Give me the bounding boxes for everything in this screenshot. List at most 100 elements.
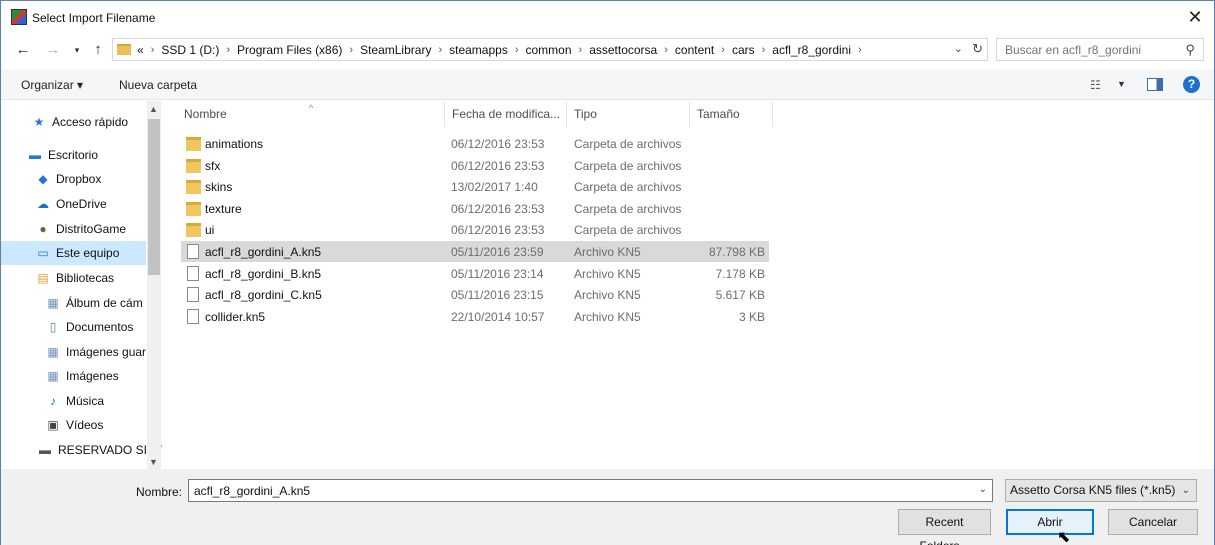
recent-folders-button[interactable]: Recent Folders... (898, 509, 991, 545)
breadcrumb-item[interactable]: Program Files (x86) (237, 43, 342, 57)
file-date: 22/10/2014 10:57 (451, 309, 545, 324)
filename-input[interactable] (189, 480, 959, 501)
nav-item[interactable]: ▭ Este equipo (1, 241, 146, 265)
window-title: Select Import Filename (32, 11, 156, 25)
breadcrumb-item[interactable]: assettocorsa (589, 43, 657, 57)
refresh-icon[interactable]: ↻ (972, 41, 983, 57)
nav-item[interactable]: ★ Acceso rápido (31, 110, 128, 134)
nav-item[interactable]: ▬ Escritorio (27, 143, 98, 167)
column-header-date-label: Fecha de modifica... (452, 107, 561, 121)
column-header-type-label: Tipo (574, 107, 597, 121)
file-type: Carpeta de archivos (574, 137, 682, 151)
file-size: 5.617 KB (715, 288, 765, 303)
breadcrumb-item[interactable]: steamapps (449, 43, 508, 57)
column-header-date[interactable]: Fecha de modifica... (445, 101, 567, 127)
up-arrow-icon[interactable]: ↑ (88, 40, 108, 60)
breadcrumb-separator-icon[interactable]: › (721, 44, 725, 56)
breadcrumb-item[interactable]: common (526, 43, 572, 57)
file-row[interactable]: ui 06/12/2016 23:53 Carpeta de archivos (181, 219, 769, 240)
address-dropdown-icon[interactable]: ⌄ (954, 42, 963, 55)
close-icon[interactable]: ✕ (1184, 6, 1206, 28)
file-name: collider.kn5 (205, 309, 266, 324)
file-row[interactable]: acfl_r8_gordini_A.kn5 05/11/2016 23:59 Arc… (181, 241, 769, 262)
file-row[interactable]: animations 06/12/2016 23:53 Carpeta de arc… (181, 133, 769, 154)
nav-item[interactable]: ▦ Álbum de cám (45, 291, 143, 315)
open-button[interactable]: Abrir (1006, 509, 1094, 535)
nav-item[interactable]: ▬ RESERVADO SIST (37, 438, 162, 462)
nav-item-label: Escritorio (48, 148, 99, 162)
organize-menu[interactable]: Organizar ▾ (21, 78, 83, 92)
nav-item[interactable]: ▣ Vídeos (45, 413, 103, 437)
file-row[interactable]: acfl_r8_gordini_B.kn5 05/11/2016 23:14 Arc… (181, 263, 769, 284)
breadcrumb-separator-icon[interactable]: › (349, 44, 353, 56)
new-folder-button[interactable]: Nueva carpeta (119, 78, 197, 92)
file-name: acfl_r8_gordini_B.kn5 (205, 266, 322, 281)
scroll-down-icon[interactable]: ▼ (149, 457, 158, 467)
nav-item[interactable]: ▯ Documentos (45, 315, 134, 339)
file-row[interactable]: collider.kn5 22/10/2014 10:57 Archivo KN5 3… (181, 306, 769, 327)
breadcrumb-overflow[interactable]: « (137, 43, 144, 57)
back-arrow-icon[interactable]: ← (13, 40, 33, 60)
nav-item[interactable]: ● DistritoGame (35, 217, 126, 241)
folder-icon (117, 44, 131, 55)
preview-pane-icon[interactable] (1147, 78, 1163, 91)
breadcrumb-separator-icon[interactable]: › (515, 44, 519, 56)
scrollbar-thumb[interactable] (148, 119, 160, 275)
breadcrumb-separator-icon[interactable]: › (664, 44, 668, 56)
view-dropdown-icon[interactable]: ▼ (1117, 79, 1126, 89)
file-row[interactable]: sfx 06/12/2016 23:53 Carpeta de archivos (181, 155, 769, 176)
file-date: 06/12/2016 23:53 (451, 201, 545, 216)
column-header-type[interactable]: Tipo (567, 101, 690, 127)
nav-scrollbar[interactable]: ▲ ▼ (147, 101, 161, 469)
recent-locations-chevron-icon[interactable]: ▾ (67, 40, 87, 60)
breadcrumb-separator-icon[interactable]: › (226, 44, 230, 56)
nav-item[interactable]: ♪ Música (45, 389, 104, 413)
search-icon[interactable]: ⚲ (1185, 42, 1195, 58)
nav-item[interactable]: ▦ Imágenes guar (45, 340, 146, 364)
breadcrumb-separator-icon[interactable]: › (151, 44, 155, 56)
breadcrumb-separator-icon[interactable]: › (858, 44, 862, 56)
file-row[interactable]: acfl_r8_gordini_C.kn5 05/11/2016 23:15 Arc… (181, 284, 769, 305)
nav-item-label: Bibliotecas (56, 271, 115, 285)
breadcrumb-item[interactable]: acfl_r8_gordini (772, 43, 851, 57)
breadcrumb-item[interactable]: content (675, 43, 714, 57)
breadcrumb-separator-icon[interactable]: › (438, 44, 442, 56)
breadcrumb-item[interactable]: SteamLibrary (360, 43, 431, 57)
videos-icon: ▣ (47, 418, 59, 432)
forward-arrow-icon[interactable]: → (43, 40, 63, 60)
file-type: Carpeta de archivos (574, 201, 682, 216)
navigation-pane: ▬ RESERVADO SIST ▣ Vídeos ♪ Música ▦ Imágenes ▦ I… (1, 101, 163, 469)
column-header-size[interactable]: Tamaño (690, 101, 773, 127)
column-header-name[interactable]: ^ Nombre (169, 101, 445, 127)
file-row[interactable]: texture 06/12/2016 23:53 Carpeta de archiv… (181, 198, 769, 219)
view-options-icon[interactable]: ☷ (1090, 78, 1101, 92)
file-type: Archivo KN5 (574, 245, 641, 259)
star-icon: ★ (33, 115, 45, 129)
nav-item[interactable]: ▤ Bibliotecas (35, 266, 114, 290)
folder-icon (186, 137, 201, 151)
filename-combobox[interactable]: ⌄ (188, 479, 993, 502)
scroll-up-icon[interactable]: ▲ (149, 104, 158, 114)
nav-item[interactable]: ▦ Imágenes (45, 364, 118, 388)
nav-item[interactable]: ◆ Dropbox (35, 167, 101, 191)
breadcrumb-separator-icon[interactable]: › (579, 44, 583, 56)
file-row[interactable]: skins 13/02/2017 1:40 Carpeta de archivos (181, 176, 769, 197)
breadcrumb-item[interactable]: cars (732, 43, 755, 57)
filename-dropdown-icon[interactable]: ⌄ (979, 484, 987, 495)
file-list: ^ Nombre Fecha de modifica... Tipo Tamañ… (169, 101, 1209, 469)
nav-item-label: Álbum de cám (66, 296, 143, 310)
file-type-select[interactable]: Assetto Corsa KN5 files (*.kn5) ⌄ (1005, 479, 1197, 502)
file-type-dropdown-icon[interactable]: ⌄ (1182, 480, 1190, 501)
address-bar[interactable]: « › SSD 1 (D:) › Program Files (x86) › SteamL… (112, 38, 988, 61)
dialog-footer: Nombre: ⌄ Assetto Corsa KN5 files (*.kn5… (1, 469, 1214, 545)
breadcrumb-separator-icon[interactable]: › (762, 44, 766, 56)
file-date: 06/12/2016 23:53 (451, 158, 545, 173)
help-icon[interactable]: ? (1183, 76, 1200, 93)
search-box[interactable]: ⚲ (996, 38, 1204, 61)
album-icon: ▦ (47, 296, 59, 310)
search-input[interactable] (997, 39, 1177, 60)
breadcrumb-item[interactable]: SSD 1 (D:) (161, 43, 219, 57)
cancel-button[interactable]: Cancelar (1108, 509, 1198, 535)
documents-icon: ▯ (49, 320, 57, 334)
nav-item[interactable]: ☁ OneDrive (35, 192, 107, 216)
